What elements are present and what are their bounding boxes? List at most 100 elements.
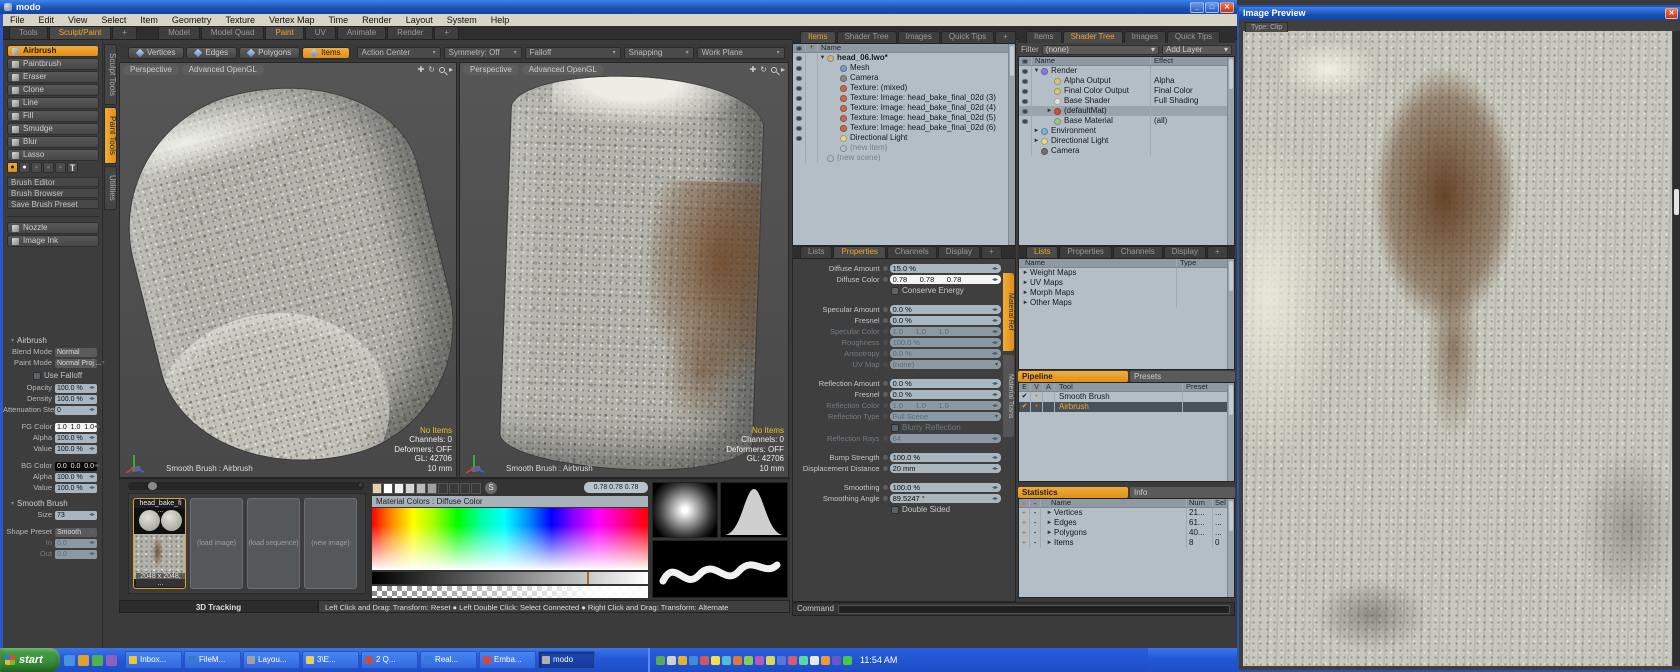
minimize-button[interactable]: _ bbox=[1190, 2, 1204, 13]
statistics-row[interactable]: + - ► Items 8 0 bbox=[1019, 538, 1234, 548]
image-slot[interactable]: head_bake_fi ... 2048 x 2048, ... bbox=[133, 498, 186, 589]
scrollbar[interactable] bbox=[1227, 499, 1234, 597]
panel-tab[interactable]: Display bbox=[1164, 246, 1206, 258]
channel-dot[interactable] bbox=[883, 381, 888, 386]
item-row[interactable]: ▼ head_06.lwo* bbox=[793, 53, 1015, 63]
paint-tool-button[interactable]: Lasso bbox=[7, 149, 99, 161]
menu-item[interactable]: View bbox=[61, 16, 94, 25]
color-swatch[interactable] bbox=[438, 483, 448, 494]
property-field[interactable]: 1.0 1.0 1.0 ◂▸ ▾ bbox=[890, 401, 1001, 410]
selection-mode-button[interactable]: Items bbox=[302, 47, 350, 59]
tray-icon[interactable] bbox=[810, 656, 819, 665]
menu-item[interactable]: Time bbox=[321, 16, 355, 25]
extra-tool-button[interactable]: Image Ink bbox=[7, 235, 99, 247]
panel-tab[interactable]: Lists bbox=[800, 246, 832, 258]
panel-tab[interactable]: Channels bbox=[1113, 246, 1163, 258]
layout-tab[interactable]: UV bbox=[305, 26, 336, 39]
tree-twirl-icon[interactable]: ► bbox=[1045, 108, 1054, 114]
slider-knob[interactable] bbox=[148, 482, 157, 490]
menu-item[interactable]: Edit bbox=[32, 16, 62, 25]
extra-tool-button[interactable]: Nozzle bbox=[7, 222, 99, 234]
collapse-minus-icon[interactable]: - bbox=[1030, 518, 1041, 528]
taskbar-window-button[interactable]: modo bbox=[538, 651, 595, 669]
menu-item[interactable]: Vertex Map bbox=[262, 16, 322, 25]
brush-tip-button[interactable]: ● bbox=[19, 162, 30, 173]
channel-dot[interactable] bbox=[883, 414, 888, 419]
tree-twirl-icon[interactable]: ► bbox=[1045, 510, 1054, 516]
menu-item[interactable]: Help bbox=[484, 16, 517, 25]
layout-tab[interactable]: Sculpt/Paint bbox=[49, 26, 112, 39]
tree-twirl-icon[interactable]: ► bbox=[1021, 270, 1030, 276]
map-list-row[interactable]: ► Morph Maps bbox=[1019, 288, 1234, 298]
value-field[interactable]: 100.0 %◂▸ bbox=[55, 473, 97, 482]
tray-icon[interactable] bbox=[711, 656, 720, 665]
viewport-shading-button[interactable]: Advanced OpenGL bbox=[522, 65, 604, 75]
menu-item[interactable]: Select bbox=[94, 16, 133, 25]
paint-tool-button[interactable]: Airbrush bbox=[7, 45, 99, 57]
color-swatch[interactable] bbox=[449, 483, 459, 494]
swatch-save-button[interactable]: S bbox=[485, 482, 497, 494]
channel-dot[interactable] bbox=[883, 362, 888, 367]
color-swatch[interactable] bbox=[416, 483, 426, 494]
collapse-minus-icon[interactable]: - bbox=[1030, 538, 1041, 548]
menu-item[interactable]: File bbox=[3, 16, 32, 25]
shader-row[interactable]: Final Color Output Final Color bbox=[1019, 86, 1234, 96]
collapse-minus-icon[interactable]: - bbox=[1030, 508, 1041, 518]
brush-tip-button[interactable]: ● bbox=[43, 162, 54, 173]
paint-tool-button[interactable]: Fill bbox=[7, 110, 99, 122]
item-row[interactable]: Directional Light bbox=[793, 133, 1015, 143]
tool-category-tab[interactable]: Paint Tools bbox=[104, 107, 117, 164]
property-field[interactable]: 1.0 1.0 1.0 ◂▸ ▾ bbox=[890, 327, 1001, 336]
scrollbar[interactable] bbox=[1673, 31, 1680, 666]
viewport-right[interactable]: Perspective Advanced OpenGL ✚ ↻ ▸ Smooth… bbox=[459, 62, 789, 478]
color-swatch[interactable] bbox=[460, 483, 470, 494]
tree-twirl-icon[interactable]: ► bbox=[1032, 138, 1041, 144]
tray-icon[interactable] bbox=[744, 656, 753, 665]
tree-twirl-icon[interactable]: ► bbox=[1032, 128, 1041, 134]
brush-tip-button[interactable]: ● bbox=[55, 162, 66, 173]
property-field[interactable]: (none) ◂▸ ▾ bbox=[890, 360, 1001, 369]
panel-tab[interactable]: Properties bbox=[833, 246, 885, 258]
value-field[interactable]: 73◂▸ bbox=[55, 511, 97, 520]
panel-tab[interactable]: Images bbox=[1124, 31, 1166, 43]
brush-link[interactable]: Brush Editor bbox=[7, 177, 99, 187]
rotate-icon[interactable]: ↻ bbox=[428, 66, 435, 74]
tool-category-tab[interactable]: Utilities bbox=[104, 166, 117, 210]
tray-icon[interactable] bbox=[678, 656, 687, 665]
material-ref-tab[interactable]: Material Ref bbox=[1003, 273, 1014, 351]
mode-dropdown[interactable]: Normal Proj ...▾ bbox=[55, 359, 97, 368]
channel-dot[interactable] bbox=[883, 466, 888, 471]
tree-twirl-icon[interactable]: ▼ bbox=[818, 55, 827, 61]
channel-dot[interactable] bbox=[883, 266, 888, 271]
tray-icon[interactable] bbox=[821, 656, 830, 665]
pipeline-row[interactable]: ✔ • Airbrush bbox=[1019, 402, 1234, 412]
color-swatch[interactable] bbox=[405, 483, 415, 494]
item-row[interactable]: Texture: Image: head_bake_final_02d (4) bbox=[793, 103, 1015, 113]
item-row[interactable]: Texture: Image: head_bake_final_02d (5) bbox=[793, 113, 1015, 123]
property-field[interactable]: 100.0 % ◂▸ ▾ bbox=[890, 338, 1001, 347]
shader-row[interactable]: Alpha Output Alpha bbox=[1019, 76, 1234, 86]
taskbar-window-button[interactable]: FileM... bbox=[184, 651, 241, 669]
layout-tab[interactable]: Tools bbox=[9, 26, 48, 39]
rgb-value-field[interactable]: 0.78 0.78 0.78 bbox=[584, 482, 648, 493]
item-row[interactable]: Texture: Image: head_bake_final_02d (6) bbox=[793, 123, 1015, 133]
property-field[interactable]: 15.0 % ◂▸ ▾ bbox=[890, 264, 1001, 273]
value-field[interactable]: 0◂▸ bbox=[55, 406, 97, 415]
color-swatch[interactable] bbox=[427, 483, 437, 494]
menu-item[interactable]: Geometry bbox=[165, 16, 219, 25]
brush-link[interactable]: Save Brush Preset bbox=[7, 199, 99, 209]
expand-plus-icon[interactable]: + bbox=[1019, 528, 1030, 538]
menu-item[interactable]: Texture bbox=[218, 16, 262, 25]
channel-dot[interactable] bbox=[883, 392, 888, 397]
tree-twirl-icon[interactable]: ► bbox=[1021, 300, 1030, 306]
channel-dot[interactable] bbox=[883, 496, 888, 501]
taskbar-window-button[interactable]: Layou... bbox=[243, 651, 300, 669]
panel-tab[interactable]: Images bbox=[898, 31, 940, 43]
channel-dot[interactable] bbox=[883, 277, 888, 282]
panel-tab[interactable]: + bbox=[1207, 246, 1228, 258]
visible-dot-icon[interactable]: • bbox=[1031, 402, 1043, 412]
scrollbar[interactable] bbox=[1008, 44, 1015, 245]
viewport-type-button[interactable]: Perspective bbox=[463, 65, 519, 75]
paint-tool-button[interactable]: Paintbrush bbox=[7, 58, 99, 70]
tray-icon[interactable] bbox=[755, 656, 764, 665]
